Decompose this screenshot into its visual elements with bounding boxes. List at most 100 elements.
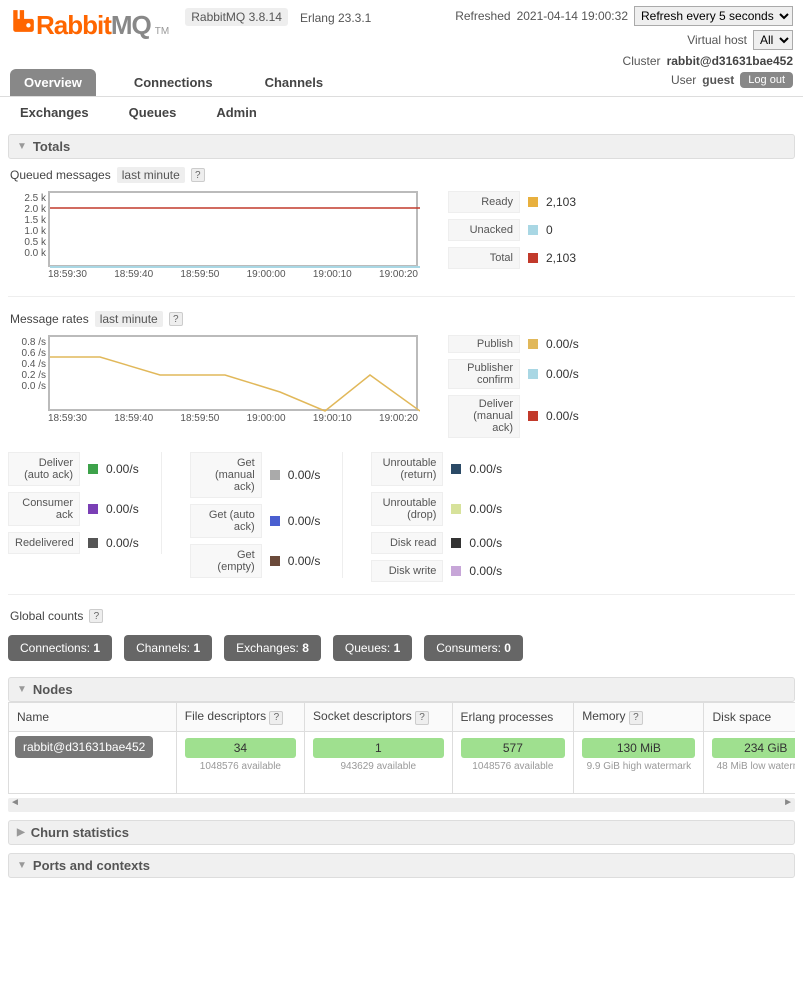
- rate-label: Consumer ack: [8, 492, 80, 526]
- user-name: guest: [702, 73, 734, 87]
- user-label: User: [671, 73, 696, 87]
- section-churn-toggle[interactable]: ▶ Churn statistics: [8, 820, 795, 845]
- legend-swatch: [528, 197, 538, 207]
- vhost-label: Virtual host: [687, 33, 747, 47]
- node-metric-sub: 1048576 available: [183, 761, 298, 772]
- cluster-label: Cluster: [623, 54, 661, 68]
- rates-range-badge[interactable]: last minute: [95, 311, 163, 327]
- section-ports-toggle[interactable]: ▼ Ports and contexts: [8, 853, 795, 878]
- node-metric-sub: 9.9 GiB high watermark: [580, 761, 697, 772]
- rate-swatch: [451, 464, 461, 474]
- rates-title: Message rates: [10, 312, 89, 326]
- section-nodes-toggle[interactable]: ▼ Nodes: [8, 677, 795, 702]
- node-metric-value: 1: [313, 738, 444, 758]
- cluster-name: rabbit@d31631bae452: [667, 54, 793, 68]
- chevron-down-icon: ▼: [17, 860, 27, 871]
- rate-label: Unroutable (drop): [371, 492, 443, 526]
- help-icon[interactable]: ?: [191, 168, 205, 182]
- rate-value: 0.00/s: [469, 462, 502, 476]
- rate-swatch: [270, 556, 280, 566]
- queued-legend: Ready 2,103Unacked 0Total 2,103: [448, 191, 576, 269]
- legend-swatch: [528, 411, 538, 421]
- rate-value: 0.00/s: [288, 468, 321, 482]
- top-right-panel: Refreshed 2021-04-14 19:00:32 Refresh ev…: [455, 6, 793, 92]
- vhost-select[interactable]: All: [753, 30, 793, 50]
- rate-swatch: [451, 504, 461, 514]
- help-icon[interactable]: ?: [169, 312, 183, 326]
- section-totals-toggle[interactable]: ▼ Totals: [8, 134, 795, 159]
- horizontal-scrollbar[interactable]: [8, 798, 795, 812]
- rate-value: 0.00/s: [469, 536, 502, 550]
- global-counts-row: Connections: 1 Channels: 1 Exchanges: 8 Que…: [8, 627, 795, 669]
- help-icon[interactable]: ?: [89, 609, 103, 623]
- legend-label: Ready: [448, 191, 520, 213]
- logout-button[interactable]: Log out: [740, 72, 793, 88]
- rate-label: Disk write: [371, 560, 443, 582]
- legend-label: Total: [448, 247, 520, 269]
- rate-label: Get (auto ack): [190, 504, 262, 538]
- rate-swatch: [451, 566, 461, 576]
- help-icon[interactable]: ?: [629, 711, 643, 725]
- section-totals-title: Totals: [33, 139, 70, 154]
- queued-range-badge[interactable]: last minute: [117, 167, 185, 183]
- legend-value: 0.00/s: [546, 409, 579, 423]
- main-tabs-row2: Exchanges Queues Admin: [0, 97, 803, 130]
- count-pill[interactable]: Consumers: 0: [424, 635, 523, 661]
- tab-channels[interactable]: Channels: [251, 69, 338, 96]
- rate-label: Unroutable (return): [371, 452, 443, 486]
- chevron-down-icon: ▼: [17, 141, 27, 152]
- nodes-col-header: Name: [9, 703, 177, 732]
- rate-value: 0.00/s: [469, 564, 502, 578]
- rate-value: 0.00/s: [106, 462, 139, 476]
- rate-swatch: [270, 516, 280, 526]
- legend-value: 2,103: [546, 195, 576, 209]
- legend-swatch: [528, 225, 538, 235]
- count-pill[interactable]: Channels: 1: [124, 635, 212, 661]
- legend-value: 2,103: [546, 251, 576, 265]
- count-pill[interactable]: Connections: 1: [8, 635, 112, 661]
- rate-label: Get (manual ack): [190, 452, 262, 498]
- rate-value: 0.00/s: [469, 502, 502, 516]
- tab-admin[interactable]: Admin: [216, 105, 256, 120]
- erlang-version: Erlang 23.3.1: [300, 11, 371, 25]
- rate-swatch: [270, 470, 280, 480]
- node-metric-value: 34: [185, 738, 296, 758]
- section-ports-title: Ports and contexts: [33, 858, 150, 873]
- rate-value: 0.00/s: [288, 514, 321, 528]
- nodes-col-header: Socket descriptors ?: [305, 703, 453, 732]
- nodes-col-header: Memory ?: [574, 703, 704, 732]
- tab-queues[interactable]: Queues: [129, 105, 177, 120]
- version-badge: RabbitMQ 3.8.14: [185, 8, 288, 26]
- rates-side-legend: Publish 0.00/sPublisher confirm 0.00/sDe…: [448, 335, 579, 438]
- rate-value: 0.00/s: [106, 502, 139, 516]
- legend-value: 0.00/s: [546, 337, 579, 351]
- refreshed-label: Refreshed: [455, 9, 510, 23]
- rate-value: 0.00/s: [288, 554, 321, 568]
- rate-label: Get (empty): [190, 544, 262, 578]
- tab-connections[interactable]: Connections: [120, 69, 227, 96]
- rate-swatch: [88, 464, 98, 474]
- legend-value: 0.00/s: [546, 367, 579, 381]
- global-counts-title: Global counts: [10, 609, 83, 623]
- node-metric-sub: 1048576 available: [459, 761, 568, 772]
- legend-swatch: [528, 253, 538, 263]
- rate-label: Redelivered: [8, 532, 80, 554]
- refresh-interval-select[interactable]: Refresh every 5 seconds: [634, 6, 793, 26]
- legend-swatch: [528, 369, 538, 379]
- help-icon[interactable]: ?: [269, 711, 283, 725]
- nodes-col-header: Erlang processes: [452, 703, 574, 732]
- count-pill[interactable]: Queues: 1: [333, 635, 412, 661]
- refreshed-time: 2021-04-14 19:00:32: [517, 9, 628, 23]
- nodes-table: NameFile descriptors ?Socket descriptors…: [8, 702, 795, 794]
- node-name-badge[interactable]: rabbit@d31631bae452: [15, 736, 153, 758]
- nodes-col-header: Disk space: [704, 703, 795, 732]
- nodes-col-header: File descriptors ?: [176, 703, 304, 732]
- rabbitmq-icon: [10, 8, 36, 37]
- help-icon[interactable]: ?: [415, 711, 429, 725]
- tab-overview[interactable]: Overview: [10, 69, 96, 96]
- legend-label: Publisher confirm: [448, 359, 520, 389]
- tab-exchanges[interactable]: Exchanges: [20, 105, 89, 120]
- count-pill[interactable]: Exchanges: 8: [224, 635, 321, 661]
- node-metric-value: 130 MiB: [582, 738, 695, 758]
- legend-swatch: [528, 339, 538, 349]
